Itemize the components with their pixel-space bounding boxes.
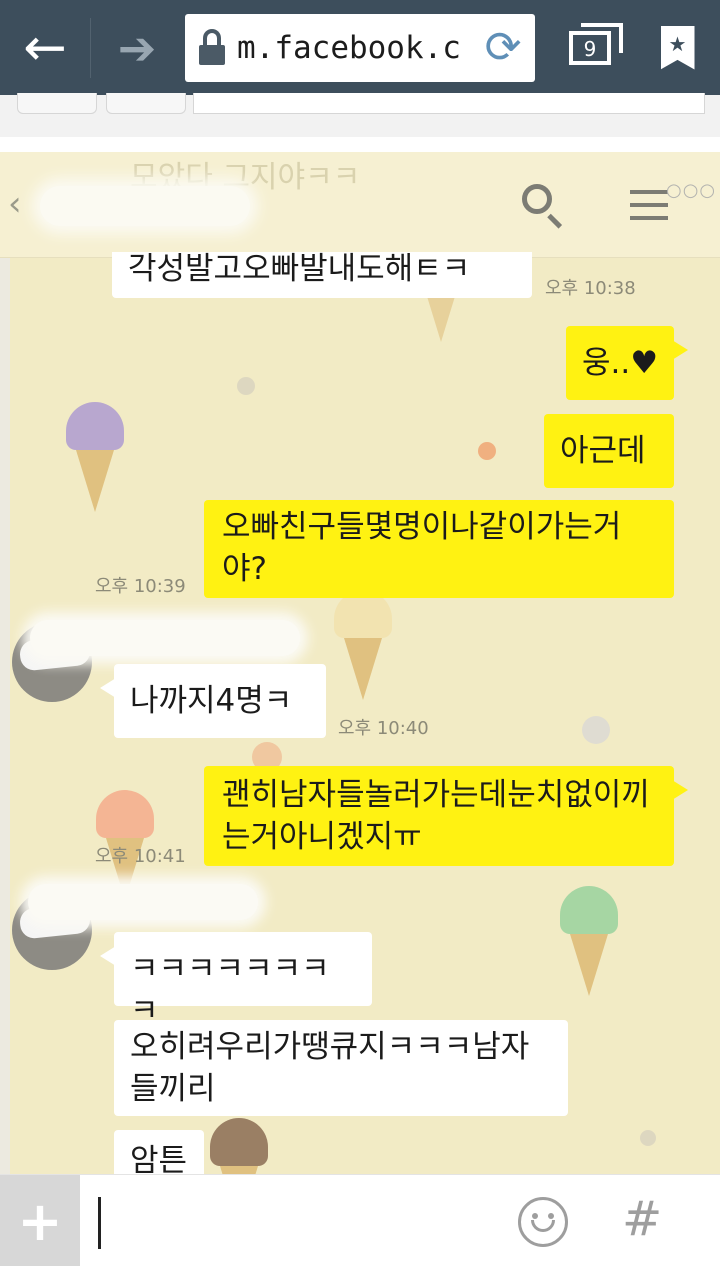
message-bubble-received: 나까지4명ㅋ	[100, 664, 326, 738]
tabs-button[interactable]: 9	[545, 0, 635, 95]
tabs-icon: 9	[569, 22, 623, 65]
message-text: ㅋㅋㅋㅋㅋㅋㅋㅋ	[130, 951, 330, 1029]
message-bubble-sent: 오빠친구들몇명이나같이가는거야?	[204, 500, 674, 598]
toolbar-divider	[90, 18, 91, 78]
search-icon[interactable]	[522, 184, 552, 214]
menu-icon[interactable]	[630, 190, 668, 229]
message-text: 암튼	[130, 1143, 188, 1174]
message-time: 오후 10:41	[95, 846, 186, 867]
message-bubble-received: ㅋㅋㅋㅋㅋㅋㅋㅋ	[100, 932, 372, 1029]
back-arrow-icon: ←	[23, 17, 67, 78]
message-time: 오후 10:39	[95, 576, 186, 597]
emoji-icon[interactable]	[518, 1197, 568, 1247]
url-bar[interactable]: m.facebook.c ⟳	[185, 14, 535, 82]
hashtag-icon[interactable]: #	[622, 1191, 662, 1247]
message-text: 웅..♥	[582, 345, 659, 381]
image-edge	[0, 152, 10, 1174]
browser-toolbar: ← ➔ m.facebook.c ⟳ 9 ★	[0, 0, 720, 95]
chat-screenshot: 모았다 그지야ㅋㅋ ‹ ○○○ 각성발고오빠발내도해ㅌㅋ 오후 10:38 모았…	[0, 152, 720, 1174]
ice-cream-icon	[66, 402, 124, 512]
message-text: 아근데	[560, 433, 646, 469]
ice-cream-icon	[334, 590, 392, 700]
message-time: 오후 10:38	[545, 278, 636, 299]
blurred-sender-name	[30, 620, 300, 656]
message-bubble-sent: 괜히남자들놀러가는데눈치없이끼는거아니겠지ㅠ	[204, 766, 688, 866]
bottom-edge	[0, 1266, 720, 1280]
lock-icon	[199, 29, 225, 67]
page-search-field[interactable]	[193, 93, 705, 114]
page-nav-strip	[0, 93, 720, 137]
decor-dot	[640, 1130, 656, 1146]
page-tab-button[interactable]	[17, 93, 97, 114]
back-button[interactable]: ←	[0, 0, 90, 95]
decor-dot	[582, 716, 610, 744]
url-text: m.facebook.c	[237, 30, 461, 66]
message-input-bar: + #	[0, 1174, 720, 1267]
message-text: 나까지4명ㅋ	[130, 683, 293, 719]
bookmark-button[interactable]: ★	[635, 0, 720, 95]
forward-arrow-icon: ➔	[117, 20, 157, 75]
ice-cream-icon	[560, 886, 618, 996]
message-bubble-received: 암튼	[114, 1130, 204, 1174]
message-time: 오후 10:40	[338, 718, 429, 739]
plus-icon[interactable]: +	[0, 1175, 80, 1267]
message-bubble-received: 오히려우리가땡큐지ㅋㅋㅋ남자들끼리	[114, 1020, 568, 1116]
message-text: 오히려우리가땡큐지ㅋㅋㅋ남자들끼리	[130, 1029, 530, 1107]
more-dots-icon[interactable]: ○○○	[666, 180, 716, 201]
ice-cream-icon	[210, 1118, 268, 1174]
forward-button[interactable]: ➔	[92, 0, 182, 95]
blurred-contact-name	[40, 186, 250, 226]
page-tab-button[interactable]	[106, 93, 186, 114]
message-text: 괜히남자들놀러가는데눈치없이끼는거아니겠지ㅠ	[222, 777, 650, 855]
reload-icon[interactable]: ⟳	[479, 24, 527, 72]
message-bubble-sent: 웅..♥	[566, 326, 688, 400]
chat-back-icon[interactable]: ‹	[8, 184, 22, 224]
message-bubble-sent: 아근데	[544, 414, 674, 488]
decor-dot	[478, 442, 496, 460]
message-text: 각성발고오빠발내도해ㅌㅋ	[128, 251, 471, 287]
bookmark-star-icon: ★	[660, 25, 695, 70]
message-text: 오빠친구들몇명이나같이가는거야?	[222, 509, 622, 587]
decor-dot	[237, 377, 255, 395]
tab-count: 9	[583, 36, 597, 61]
blurred-sender-name	[28, 884, 258, 920]
message-input-field[interactable]	[98, 1197, 101, 1249]
chat-header-cover: 모았다 그지야ㅋㅋ ‹ ○○○	[0, 152, 720, 252]
